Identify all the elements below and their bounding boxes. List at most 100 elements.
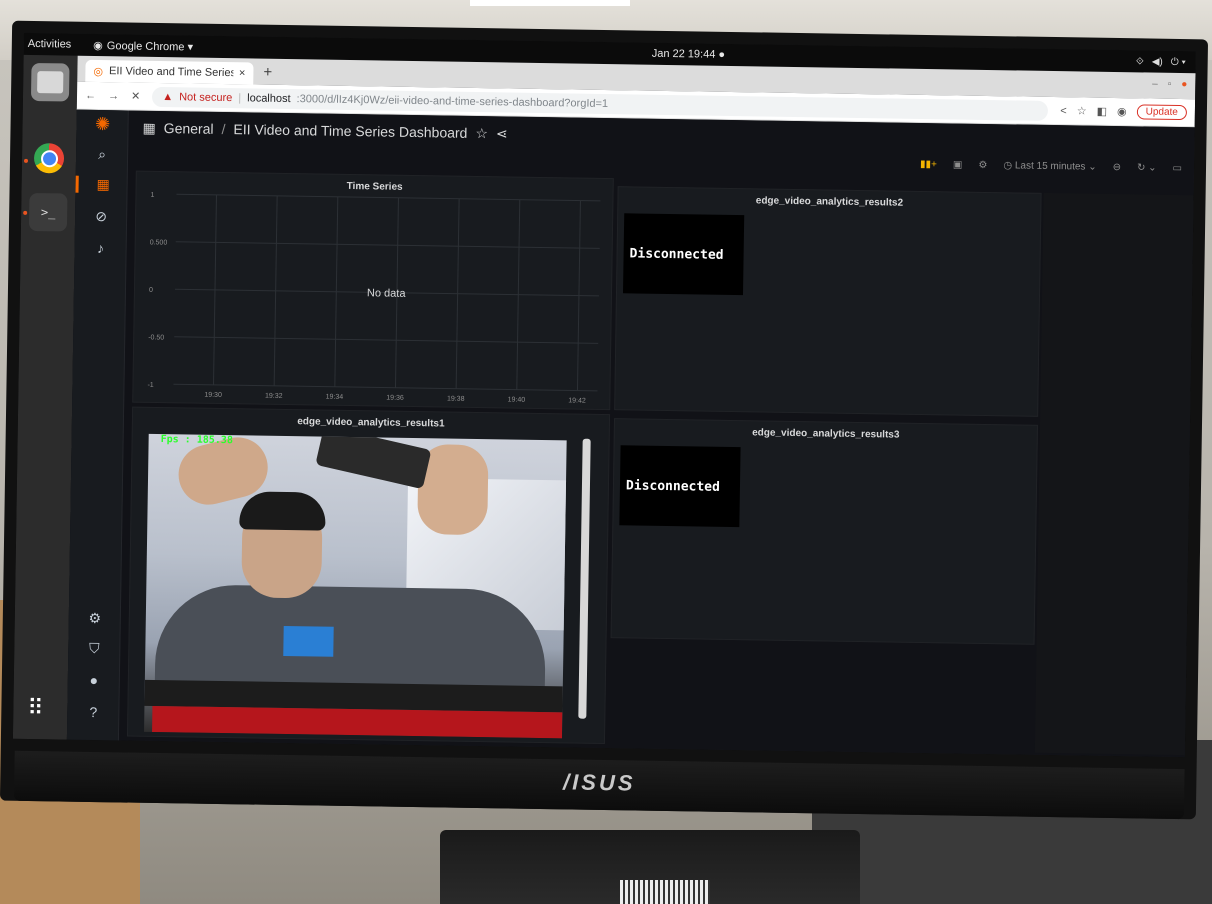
- x-tick-label: 19:30: [204, 392, 222, 399]
- x-tick-label: 19:32: [265, 393, 283, 400]
- minimize-icon[interactable]: –: [1152, 79, 1158, 90]
- panel-time-series[interactable]: Time Series 1 0.500 0 -0.50 -1 19:30 19:32 19:3…: [132, 170, 614, 411]
- qr-sticker: [620, 880, 710, 904]
- url-host: localhost: [247, 91, 291, 105]
- monitor-bezel: /ISUS: [13, 750, 1185, 820]
- no-data-message: No data: [367, 287, 407, 300]
- stop-icon[interactable]: ✕: [131, 90, 140, 103]
- update-button[interactable]: Update: [1136, 104, 1188, 121]
- share-dashboard-icon[interactable]: ⋖: [496, 125, 508, 142]
- ceiling-light: [470, 0, 630, 6]
- chevron-down-icon: ⌄: [1088, 161, 1097, 173]
- time-series-chart: 1 0.500 0 -0.50 -1 19:30 19:32 19:34 19:36 19:38 1…: [147, 192, 601, 405]
- x-tick-label: 19:40: [508, 396, 526, 403]
- tab-title: EII Video and Time Series: [108, 65, 234, 80]
- tv-mode-icon[interactable]: ▭: [1172, 163, 1182, 174]
- maximize-icon[interactable]: ▫: [1168, 79, 1172, 90]
- x-tick-label: 19:36: [386, 395, 404, 402]
- panel-results3[interactable]: edge_video_analytics_results3 Disconnect…: [610, 418, 1038, 645]
- time-picker[interactable]: ◷ Last 15 minutes ⌄: [1003, 160, 1096, 172]
- grafana-app: ✺ ⌕ ▦ ⊘ ♪ ⚙ ⛉ ● ? ▦ General / EII Video …: [66, 109, 1195, 758]
- dashboard-title[interactable]: EII Video and Time Series Dashboard: [233, 121, 467, 141]
- grafana-favicon-icon: ◎: [93, 65, 104, 78]
- x-tick-label: 19:34: [326, 394, 344, 401]
- url-path: :3000/d/lIz4Kj0Wz/eii-video-and-time-ser…: [296, 92, 609, 110]
- new-tab-icon[interactable]: +: [263, 64, 272, 81]
- grid-line-h: [175, 241, 600, 249]
- y-tick-label: 0.500: [150, 239, 168, 246]
- x-tick-label: 19:38: [447, 396, 465, 403]
- stream-status: Disconnected: [619, 445, 741, 528]
- dashboards-icon[interactable]: ▦: [75, 175, 128, 194]
- time-range-label: Last 15 minutes: [1014, 160, 1086, 173]
- window-controls: – ▫ ●: [1152, 79, 1187, 91]
- chrome-small-icon: ◉: [93, 39, 103, 52]
- forward-icon[interactable]: →: [108, 90, 119, 102]
- x-tick-label: 19:42: [568, 397, 586, 404]
- monitor-brand-logo: /ISUS: [562, 769, 636, 796]
- chrome-logo-icon: [33, 143, 65, 174]
- panel-title: edge_video_analytics_results1: [297, 416, 445, 430]
- user-avatar[interactable]: ●: [68, 672, 120, 689]
- show-applications-icon[interactable]: ⠿: [27, 695, 44, 721]
- running-indicator: [23, 158, 29, 163]
- panel-scrollbar[interactable]: [578, 438, 591, 719]
- url-divider: |: [238, 91, 242, 104]
- grafana-logo-icon[interactable]: ✺: [76, 114, 128, 136]
- omnibar-actions: < ☆ ◧ ◉ Update: [1060, 103, 1188, 121]
- share-icon[interactable]: <: [1060, 105, 1067, 117]
- browser-tab[interactable]: ◎ EII Video and Time Series ×: [85, 59, 254, 85]
- zoom-out-icon[interactable]: ⊖: [1113, 162, 1122, 173]
- add-panel-icon[interactable]: ▮▮+: [920, 159, 937, 170]
- star-icon[interactable]: ☆: [475, 124, 488, 141]
- not-secure-label: Not secure: [179, 90, 233, 104]
- files-icon[interactable]: [30, 62, 70, 102]
- chrome-window: ◎ EII Video and Time Series × + – ▫ ● ← …: [66, 55, 1196, 758]
- person-shirt: [283, 625, 334, 657]
- panel-title: edge_video_analytics_results2: [755, 195, 904, 209]
- search-icon[interactable]: ⌕: [76, 146, 128, 164]
- app-menu[interactable]: ◉ Google Chrome ▾: [93, 38, 193, 53]
- red-strip: [152, 705, 563, 739]
- y-tick-label: -0.50: [148, 334, 164, 341]
- help-icon[interactable]: ?: [67, 704, 119, 721]
- refresh-icon[interactable]: ↻ ⌄: [1137, 162, 1157, 173]
- grid-line-h: [173, 383, 598, 392]
- chrome-icon[interactable]: [30, 139, 69, 178]
- fps-overlay: Fps : 185.38: [160, 434, 233, 447]
- close-window-icon[interactable]: ●: [1181, 79, 1187, 90]
- server-admin-shield-icon[interactable]: ⛉: [68, 640, 120, 658]
- y-tick-label: 1: [150, 192, 154, 199]
- settings-gear-icon[interactable]: ⚙: [978, 160, 987, 171]
- breadcrumb-folder[interactable]: General: [164, 120, 214, 137]
- y-tick-label: 0: [149, 287, 153, 294]
- power-icon: ⏻ ▾: [1170, 56, 1186, 68]
- breadcrumb-separator: /: [221, 120, 226, 138]
- clock[interactable]: Jan 22 19:44 ●: [652, 48, 725, 61]
- panel-results1[interactable]: edge_video_analytics_results1 Fps : 185.…: [126, 406, 611, 745]
- explore-icon[interactable]: ⊘: [75, 208, 127, 226]
- terminal-icon[interactable]: >_: [28, 192, 68, 232]
- system-tray[interactable]: ⟐ ◀) ⏻ ▾: [1136, 56, 1186, 68]
- alerting-bell-icon[interactable]: ♪: [75, 240, 127, 257]
- profile-icon[interactable]: ◉: [1117, 105, 1127, 118]
- warning-icon: ▲: [162, 90, 174, 103]
- app-menu-label: Google Chrome ▾: [106, 39, 194, 53]
- close-tab-icon[interactable]: ×: [239, 67, 246, 79]
- video-stream-frame: Fps : 185.38: [144, 433, 567, 739]
- clock-icon: ◷: [1003, 160, 1013, 172]
- back-icon[interactable]: ←: [85, 89, 96, 101]
- side-panel-icon[interactable]: ◧: [1097, 105, 1108, 118]
- panel-title: edge_video_analytics_results3: [752, 427, 900, 441]
- phone-in-hand: [315, 433, 432, 490]
- grid-line-h: [176, 193, 601, 202]
- configuration-gear-icon[interactable]: ⚙: [69, 610, 121, 628]
- person-hair: [239, 491, 326, 531]
- stream-status: Disconnected: [622, 213, 745, 296]
- bookmark-star-icon[interactable]: ☆: [1077, 104, 1087, 117]
- network-icon: ⟐: [1135, 55, 1144, 67]
- activities-button[interactable]: Activities: [28, 38, 72, 51]
- save-icon[interactable]: ▣: [953, 159, 963, 170]
- panel-results2[interactable]: edge_video_analytics_results2 Disconnect…: [614, 186, 1042, 417]
- dashboards-grid-icon: ▦: [142, 119, 156, 136]
